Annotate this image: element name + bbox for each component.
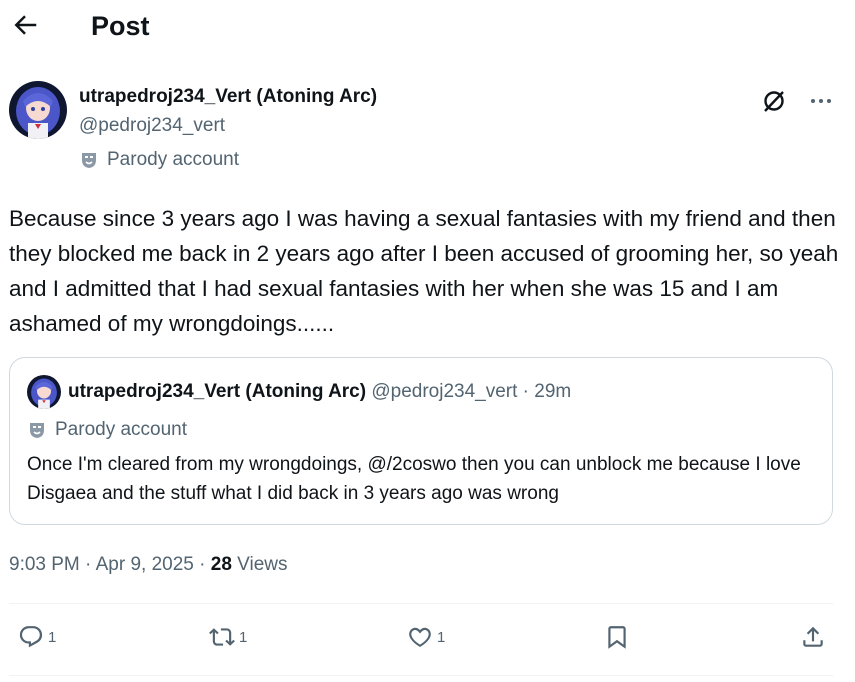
parody-label: Parody account <box>107 149 240 170</box>
post-date[interactable]: Apr 9, 2025 <box>96 554 194 575</box>
avatar[interactable] <box>9 81 67 139</box>
bookmark-button[interactable] <box>604 620 630 654</box>
meta-separator: · <box>79 554 96 575</box>
repost-icon <box>209 628 235 646</box>
grok-icon[interactable] <box>760 87 788 115</box>
quote-time: 29m <box>534 381 572 402</box>
post-time[interactable]: 9:03 PM <box>9 554 80 575</box>
parody-mask-icon <box>30 423 44 438</box>
author-handle[interactable]: @pedroj234_vert <box>79 114 225 138</box>
views-count: 28 <box>210 554 232 575</box>
quoted-post[interactable]: utrapedroj234_Vert (Atoning Arc) @pedroj… <box>9 357 833 525</box>
bookmark-icon <box>608 626 626 649</box>
repost-count: 1 <box>239 628 248 646</box>
quote-parody-badge: Parody account <box>27 418 187 442</box>
post-meta: 9:03 PM · Apr 9, 2025 · 28 Views <box>9 553 288 577</box>
more-icon[interactable] <box>806 90 836 112</box>
author-display-name[interactable]: utrapedroj234_Vert (Atoning Arc) <box>79 85 377 109</box>
repost-button[interactable]: 1 <box>209 620 247 654</box>
like-button[interactable]: 1 <box>407 620 445 654</box>
reply-button[interactable]: 1 <box>18 620 56 654</box>
post-text: Because since 3 years ago I was having a… <box>9 206 839 336</box>
back-button[interactable] <box>10 10 40 40</box>
page-title: Post <box>91 11 150 41</box>
quote-header: utrapedroj234_Vert (Atoning Arc) @pedroj… <box>68 379 571 405</box>
parody-badge: Parody account <box>79 148 239 172</box>
views-label: Views <box>237 554 288 575</box>
like-icon <box>409 627 431 647</box>
reply-icon <box>19 626 43 648</box>
divider <box>9 675 833 676</box>
quote-avatar[interactable] <box>27 375 61 409</box>
back-arrow-icon <box>14 15 37 35</box>
quote-text: Once I'm cleared from my wrongdoings, @/… <box>27 454 801 504</box>
share-button[interactable] <box>800 620 826 654</box>
quote-display-name: utrapedroj234_Vert (Atoning Arc) <box>68 381 367 402</box>
reply-count: 1 <box>48 628 57 646</box>
divider <box>9 603 833 604</box>
quote-separator: · <box>517 381 535 402</box>
like-count: 1 <box>437 628 446 646</box>
parody-mask-icon <box>82 153 96 168</box>
share-icon <box>803 626 823 647</box>
quote-parody-label: Parody account <box>55 419 188 440</box>
quote-handle: @pedroj234_vert <box>371 381 518 402</box>
meta-separator: · <box>193 554 211 575</box>
